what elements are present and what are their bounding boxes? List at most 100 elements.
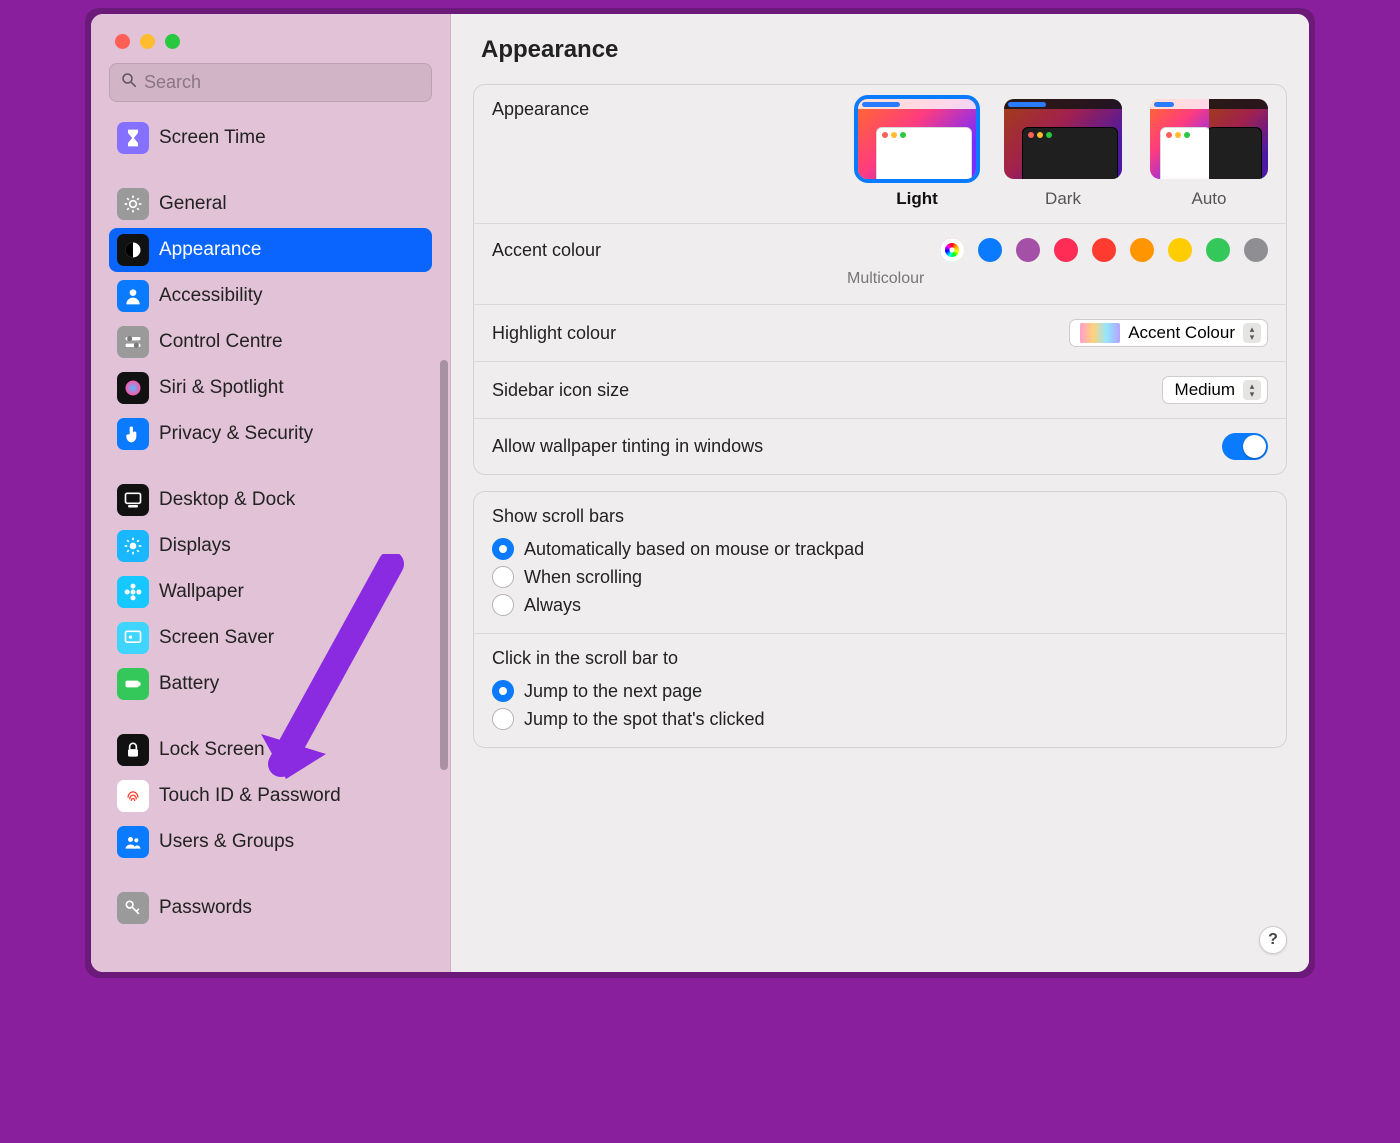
sidebar-item-label: Passwords bbox=[159, 897, 252, 919]
show-scroll-bars-group: Show scroll bars Automatically based on … bbox=[474, 492, 1286, 634]
highlight-label: Highlight colour bbox=[492, 323, 616, 344]
sun-icon bbox=[117, 530, 149, 562]
accent-swatch-1[interactable] bbox=[978, 238, 1002, 262]
sidebar-item-label: Wallpaper bbox=[159, 581, 244, 603]
person-icon bbox=[117, 280, 149, 312]
clickscroll-option-spot[interactable]: Jump to the spot that's clicked bbox=[492, 705, 1268, 733]
accent-swatch-3[interactable] bbox=[1054, 238, 1078, 262]
chevron-updown-icon: ▴▾ bbox=[1243, 323, 1261, 343]
clickscroll-option-next[interactable]: Jump to the next page bbox=[492, 677, 1268, 705]
hand-icon bbox=[117, 418, 149, 450]
sidebar-item-control-centre[interactable]: Control Centre bbox=[109, 320, 432, 364]
sidebar: Screen Time General Appearance Accessibi… bbox=[91, 14, 451, 972]
radio-label: Automatically based on mouse or trackpad bbox=[524, 539, 864, 560]
accent-colour-row: Accent colour Multicolour bbox=[474, 224, 1286, 305]
sidebar-list: Screen Time General Appearance Accessibi… bbox=[91, 110, 450, 972]
clickscroll-label: Click in the scroll bar to bbox=[492, 648, 1268, 669]
search-input[interactable] bbox=[109, 63, 432, 102]
scroll-pane: Show scroll bars Automatically based on … bbox=[473, 491, 1287, 748]
accent-swatch-8[interactable] bbox=[1244, 238, 1268, 262]
tinting-toggle[interactable] bbox=[1222, 433, 1268, 460]
sidebar-item-siri[interactable]: Siri & Spotlight bbox=[109, 366, 432, 410]
chevron-updown-icon: ▴▾ bbox=[1243, 380, 1261, 400]
appearance-label: Appearance bbox=[492, 99, 589, 120]
window-controls bbox=[91, 14, 450, 63]
radio-icon bbox=[492, 680, 514, 702]
appearance-option-light[interactable]: Light bbox=[858, 99, 976, 209]
sidebar-item-battery[interactable]: Battery bbox=[109, 662, 432, 706]
sidebar-item-screensaver[interactable]: Screen Saver bbox=[109, 616, 432, 660]
sidebar-icon-value: Medium bbox=[1175, 380, 1235, 400]
sidebar-item-label: Siri & Spotlight bbox=[159, 377, 284, 399]
scrollbars-label: Show scroll bars bbox=[492, 506, 1268, 527]
accent-swatch-6[interactable] bbox=[1168, 238, 1192, 262]
radio-icon bbox=[492, 538, 514, 560]
accent-swatch-7[interactable] bbox=[1206, 238, 1230, 262]
accent-caption: Multicolour bbox=[847, 262, 1268, 290]
sidebar-item-label: Accessibility bbox=[159, 285, 262, 307]
sidebar-item-lock-screen[interactable]: Lock Screen bbox=[109, 728, 432, 772]
sidebar-item-label: General bbox=[159, 193, 227, 215]
accent-swatch-2[interactable] bbox=[1016, 238, 1040, 262]
sidebar-item-label: Desktop & Dock bbox=[159, 489, 295, 511]
tinting-label: Allow wallpaper tinting in windows bbox=[492, 436, 763, 457]
page-title: Appearance bbox=[451, 14, 1309, 78]
sidebar-item-label: Control Centre bbox=[159, 331, 283, 353]
scrollbar[interactable] bbox=[440, 360, 448, 770]
appearance-option-label: Dark bbox=[1004, 189, 1122, 209]
sidebar-item-displays[interactable]: Displays bbox=[109, 524, 432, 568]
sidebar-item-label: Screen Saver bbox=[159, 627, 274, 649]
accent-swatch-4[interactable] bbox=[1092, 238, 1116, 262]
sidebar-item-desktop[interactable]: Desktop & Dock bbox=[109, 478, 432, 522]
close-icon[interactable] bbox=[115, 34, 130, 49]
sidebar-item-label: Battery bbox=[159, 673, 219, 695]
lock-icon bbox=[117, 734, 149, 766]
appearance-row: Appearance Light Dark Auto bbox=[474, 85, 1286, 224]
appearance-option-auto[interactable]: Auto bbox=[1150, 99, 1268, 209]
sidebar-icon-size-row: Sidebar icon size Medium ▴▾ bbox=[474, 362, 1286, 419]
sidebar-item-screen-time[interactable]: Screen Time bbox=[109, 116, 432, 160]
highlight-value: Accent Colour bbox=[1128, 323, 1235, 343]
search-field[interactable] bbox=[144, 72, 421, 93]
sidebar-item-accessibility[interactable]: Accessibility bbox=[109, 274, 432, 318]
accent-label: Accent colour bbox=[492, 240, 601, 261]
wallpaper-tinting-row: Allow wallpaper tinting in windows bbox=[474, 419, 1286, 474]
screensaver-icon bbox=[117, 622, 149, 654]
appearance-option-dark[interactable]: Dark bbox=[1004, 99, 1122, 209]
radio-label: When scrolling bbox=[524, 567, 642, 588]
help-button[interactable]: ? bbox=[1259, 926, 1287, 954]
radio-label: Jump to the spot that's clicked bbox=[524, 709, 765, 730]
scrollbars-option-scrolling[interactable]: When scrolling bbox=[492, 563, 1268, 591]
zoom-icon[interactable] bbox=[165, 34, 180, 49]
sidebar-item-label: Displays bbox=[159, 535, 231, 557]
sidebar-item-general[interactable]: General bbox=[109, 182, 432, 226]
hourglass-icon bbox=[117, 122, 149, 154]
sidebar-item-wallpaper[interactable]: Wallpaper bbox=[109, 570, 432, 614]
fingerprint-icon bbox=[117, 780, 149, 812]
sidebar-item-passwords[interactable]: Passwords bbox=[109, 886, 432, 930]
radio-label: Always bbox=[524, 595, 581, 616]
scrollbars-option-auto[interactable]: Automatically based on mouse or trackpad bbox=[492, 535, 1268, 563]
accent-swatch-5[interactable] bbox=[1130, 238, 1154, 262]
click-scroll-group: Click in the scroll bar to Jump to the n… bbox=[474, 634, 1286, 747]
gear-icon bbox=[117, 188, 149, 220]
sidebar-item-users[interactable]: Users & Groups bbox=[109, 820, 432, 864]
sidebar-item-touchid[interactable]: Touch ID & Password bbox=[109, 774, 432, 818]
battery-icon bbox=[117, 668, 149, 700]
sidebar-item-label: Appearance bbox=[159, 239, 261, 261]
minimize-icon[interactable] bbox=[140, 34, 155, 49]
content-pane: Appearance Appearance Light Dark Auto bbox=[451, 14, 1309, 972]
highlight-colour-select[interactable]: Accent Colour ▴▾ bbox=[1069, 319, 1268, 347]
sidebar-icon-size-select[interactable]: Medium ▴▾ bbox=[1162, 376, 1268, 404]
sidebar-item-label: Screen Time bbox=[159, 127, 266, 149]
radio-label: Jump to the next page bbox=[524, 681, 702, 702]
contrast-icon bbox=[117, 234, 149, 266]
sidebar-item-label: Privacy & Security bbox=[159, 423, 313, 445]
accent-swatch-multicolour[interactable] bbox=[940, 238, 964, 262]
scrollbars-option-always[interactable]: Always bbox=[492, 591, 1268, 619]
switches-icon bbox=[117, 326, 149, 358]
sidebar-item-appearance[interactable]: Appearance bbox=[109, 228, 432, 272]
sidebar-item-privacy[interactable]: Privacy & Security bbox=[109, 412, 432, 456]
sidebar-icon-label: Sidebar icon size bbox=[492, 380, 629, 401]
settings-window: Screen Time General Appearance Accessibi… bbox=[91, 14, 1309, 972]
